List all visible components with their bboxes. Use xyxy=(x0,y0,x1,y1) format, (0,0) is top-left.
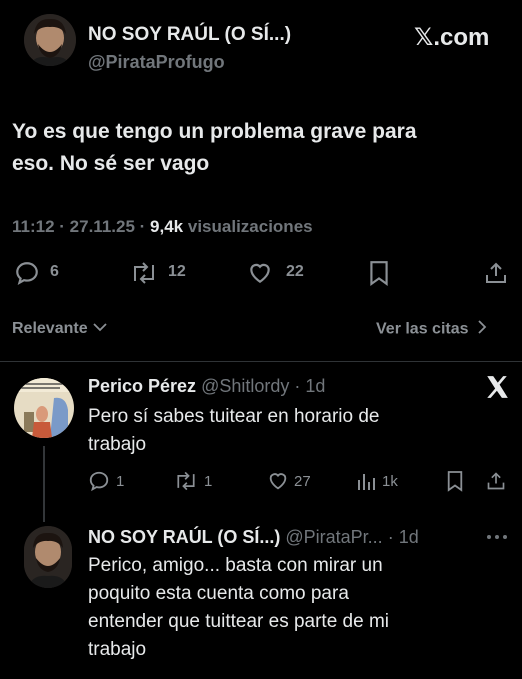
section-divider xyxy=(0,361,522,362)
reply2-text-line-3: entender que tuittear es parte de mi xyxy=(88,611,390,632)
reply1-repost-count: 1 xyxy=(204,473,213,490)
views-icon[interactable] xyxy=(356,470,376,492)
reply2-header: NO SOY RAÚL (O SÍ...) @PirataPr... · 1d xyxy=(88,527,419,548)
post-time[interactable]: 11:12 xyxy=(12,217,55,236)
reply1-text-line-1: Pero sí sabes tuitear en horario de xyxy=(88,406,380,427)
reply1-bookmark-icon[interactable] xyxy=(446,470,464,492)
post-meta: 11:12 · 27.11.25 · 9,4k visualizaciones xyxy=(12,217,313,237)
author-avatar[interactable] xyxy=(24,14,76,66)
post-views-label: visualizaciones xyxy=(187,217,313,236)
reply1-text-line-2: trabajo xyxy=(88,434,147,455)
reply1-age[interactable]: 1d xyxy=(305,376,325,396)
reply1-views-count: 1k xyxy=(382,473,398,490)
reply1-repost-icon[interactable] xyxy=(174,470,198,492)
reply2-text-line-4: trabajo xyxy=(88,639,147,660)
reply1-reply-count: 1 xyxy=(116,473,125,490)
reply1-like-icon[interactable] xyxy=(266,470,290,492)
reply-icon[interactable] xyxy=(14,260,40,286)
author-handle[interactable]: @PirataProfugo xyxy=(88,52,225,73)
post-views-count: 9,4k xyxy=(150,217,184,236)
like-icon[interactable] xyxy=(246,260,274,286)
meta-separator-2: · xyxy=(139,217,151,236)
reply2-age[interactable]: 1d xyxy=(399,527,419,547)
sort-dropdown[interactable]: Relevante xyxy=(12,320,108,338)
repost-count: 12 xyxy=(168,263,186,280)
reply2-text-line-2: poquito esta cuenta como para xyxy=(88,583,349,604)
thread-line xyxy=(43,446,45,522)
reply1-header: Perico Pérez @Shitlordy · 1d xyxy=(88,376,325,397)
brand-label: 𝕏.com xyxy=(414,24,490,51)
reply1-name[interactable]: Perico Pérez xyxy=(88,376,196,396)
reply1-share-icon[interactable] xyxy=(486,470,506,492)
sort-label: Relevante xyxy=(12,320,88,338)
more-icon[interactable] xyxy=(484,530,510,549)
reply1-reply-icon[interactable] xyxy=(88,470,110,492)
like-count: 22 xyxy=(286,263,304,280)
quotes-label: Ver las citas xyxy=(376,320,469,338)
reply1-handle[interactable]: @Shitlordy xyxy=(201,376,289,396)
reply2-avatar[interactable] xyxy=(24,526,72,588)
bookmark-icon[interactable] xyxy=(368,260,390,286)
reply1-separator: · xyxy=(294,376,301,396)
reply2-handle[interactable]: @PirataPr... xyxy=(285,527,382,547)
reply2-text-line-1: Perico, amigo... basta con mirar un xyxy=(88,555,383,576)
reply-count: 6 xyxy=(50,263,59,280)
reply2-separator: · xyxy=(387,527,394,547)
share-icon[interactable] xyxy=(484,260,508,286)
chevron-down-icon xyxy=(92,320,108,338)
view-quotes-link[interactable]: Ver las citas xyxy=(376,320,487,339)
chevron-right-icon xyxy=(477,320,487,339)
author-name[interactable]: NO SOY RAÚL (O SÍ...) xyxy=(88,24,291,46)
x-logo-icon[interactable] xyxy=(484,374,510,405)
reply1-avatar[interactable] xyxy=(14,378,74,438)
reply1-like-count: 27 xyxy=(294,473,311,490)
post-text-line-1: Yo es que tengo un problema grave para xyxy=(12,120,417,143)
meta-separator-1: · xyxy=(59,217,70,236)
post-text-line-2: eso. No sé ser vago xyxy=(12,152,210,175)
post-date[interactable]: 27.11.25 xyxy=(70,217,135,236)
repost-icon[interactable] xyxy=(130,260,158,286)
reply2-name[interactable]: NO SOY RAÚL (O SÍ...) xyxy=(88,527,280,547)
